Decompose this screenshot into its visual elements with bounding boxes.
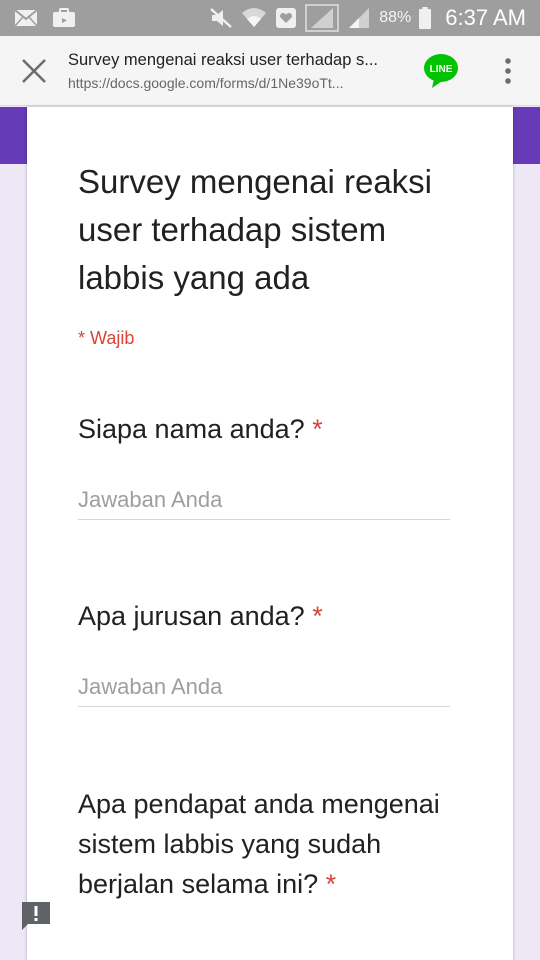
required-asterisk: * xyxy=(325,869,337,899)
mail-icon xyxy=(14,9,38,27)
question-text: Apa pendapat anda mengenai sistem labbis… xyxy=(78,789,440,899)
wifi-icon xyxy=(241,7,267,29)
feedback-button[interactable] xyxy=(21,901,51,931)
briefcase-icon xyxy=(52,8,76,28)
signal-icon xyxy=(305,4,339,32)
question-name: Siapa nama anda? * xyxy=(78,409,323,449)
question-text: Siapa nama anda? xyxy=(78,414,305,444)
question-text: Apa jurusan anda? xyxy=(78,601,305,631)
battery-icon xyxy=(419,7,432,29)
required-note: * Wajib xyxy=(78,328,135,348)
page-info: Survey mengenai reaksi user terhadap s..… xyxy=(68,48,406,93)
form-title: Survey mengenai reaksi user terhadap sis… xyxy=(78,163,433,296)
line-icon: LINE xyxy=(424,53,458,88)
status-bar-right: 88% 6:37 AM xyxy=(209,4,540,32)
question-opinion: Apa pendapat anda mengenai sistem labbis… xyxy=(78,784,478,904)
close-button[interactable] xyxy=(0,36,68,106)
page-url: https://docs.google.com/forms/d/1Ne39oTt… xyxy=(68,75,344,91)
line-share-button[interactable]: LINE xyxy=(406,36,476,106)
page-title: Survey mengenai reaksi user terhadap s..… xyxy=(68,51,378,69)
status-bar: 88% 6:37 AM xyxy=(0,0,540,36)
close-icon xyxy=(22,58,46,83)
heart-icon xyxy=(275,7,297,29)
question-major: Apa jurusan anda? * xyxy=(78,596,323,636)
answer-name-field[interactable]: Jawaban Anda xyxy=(78,480,450,520)
clock: 6:37 AM xyxy=(445,5,526,30)
answer-major-field[interactable]: Jawaban Anda xyxy=(78,667,450,707)
required-asterisk: * xyxy=(312,414,323,444)
browser-toolbar: Survey mengenai reaksi user terhadap s..… xyxy=(0,36,540,106)
status-bar-left xyxy=(0,8,76,28)
more-vert-icon xyxy=(505,57,511,84)
signal-icon xyxy=(347,6,371,30)
mute-icon xyxy=(209,7,233,29)
form-card: Survey mengenai reaksi user terhadap sis… xyxy=(27,107,513,960)
line-label: LINE xyxy=(430,64,453,75)
required-asterisk: * xyxy=(312,601,323,631)
feedback-icon xyxy=(22,902,50,930)
battery-percent: 88% xyxy=(379,9,412,26)
more-options-button[interactable] xyxy=(476,36,540,106)
